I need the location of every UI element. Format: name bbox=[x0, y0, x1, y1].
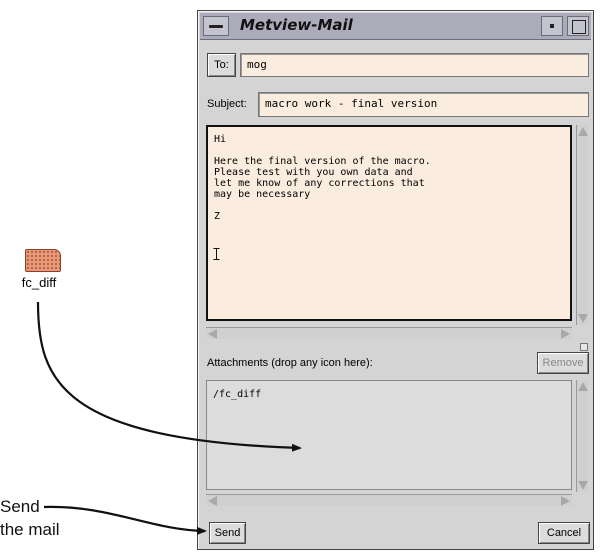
annotation-arrows bbox=[36, 301, 302, 535]
drag-arrow bbox=[36, 301, 302, 452]
send-arrow bbox=[43, 505, 207, 535]
